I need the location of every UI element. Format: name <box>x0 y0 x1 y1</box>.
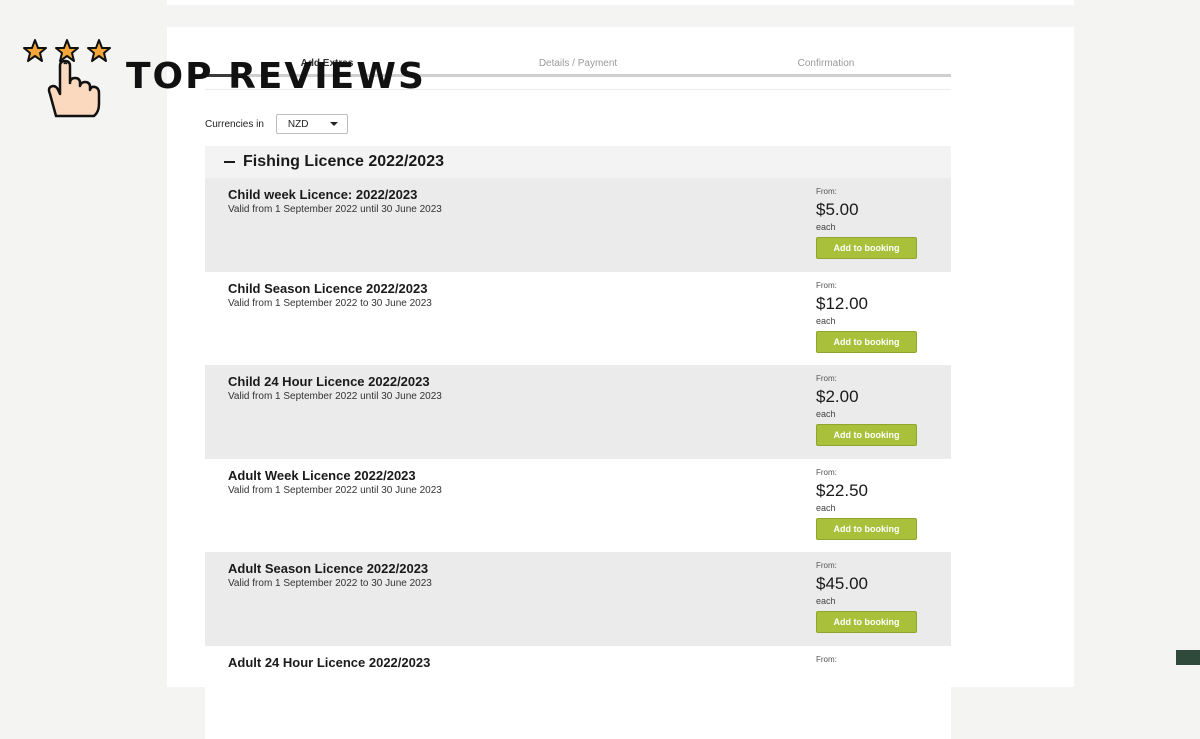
currency-label: Currencies in <box>205 119 264 130</box>
price-block: From: $45.00 each Add to booking <box>816 561 917 633</box>
star-icon <box>24 40 46 61</box>
licence-item: Child 24 Hour Licence 2022/2023 Valid fr… <box>205 365 951 459</box>
add-to-booking-button[interactable]: Add to booking <box>816 611 917 633</box>
price-value: $45.00 <box>816 573 917 595</box>
price-block: From: $2.00 each Add to booking <box>816 374 917 446</box>
price-block: From: $22.50 each Add to booking <box>816 468 917 540</box>
each-label: each <box>816 595 917 607</box>
corner-block <box>1176 650 1200 665</box>
add-to-booking-button[interactable]: Add to booking <box>816 518 917 540</box>
top-strip <box>167 0 1074 5</box>
licence-item: Adult 24 Hour Licence 2022/2023 From: <box>205 646 951 739</box>
licence-name: Child Season Licence 2022/2023 <box>228 281 427 296</box>
licence-item: Adult Week Licence 2022/2023 Valid from … <box>205 459 951 553</box>
licence-validity: Valid from 1 September 2022 to 30 June 2… <box>228 298 432 309</box>
watermark-text: TOP REVIEWS <box>126 56 426 97</box>
star-icon <box>88 40 110 61</box>
licence-validity: Valid from 1 September 2022 to 30 June 2… <box>228 578 432 589</box>
each-label: each <box>816 315 917 327</box>
from-label: From: <box>816 374 917 384</box>
price-value: $2.00 <box>816 386 917 408</box>
licence-validity: Valid from 1 September 2022 until 30 Jun… <box>228 485 442 496</box>
licence-name: Adult 24 Hour Licence 2022/2023 <box>228 655 430 670</box>
licence-item: Child Season Licence 2022/2023 Valid fro… <box>205 272 951 366</box>
price-block: From: $5.00 each Add to booking <box>816 187 917 259</box>
licence-name: Adult Week Licence 2022/2023 <box>228 468 416 483</box>
fishing-licence-section: Fishing Licence 2022/2023 Child week Lic… <box>205 146 951 739</box>
star-icon <box>56 40 78 61</box>
top-reviews-watermark: TOP REVIEWS <box>20 38 480 118</box>
licence-item: Child week Licence: 2022/2023 Valid from… <box>205 178 951 272</box>
licence-name: Adult Season Licence 2022/2023 <box>228 561 428 576</box>
price-value: $12.00 <box>816 293 917 315</box>
caret-down-icon <box>330 122 338 126</box>
section-header[interactable]: Fishing Licence 2022/2023 <box>205 146 951 178</box>
licence-validity: Valid from 1 September 2022 until 30 Jun… <box>228 204 442 215</box>
each-label: each <box>816 221 917 233</box>
section-title: Fishing Licence 2022/2023 <box>243 153 444 171</box>
pointing-hand-icon <box>20 38 120 118</box>
from-label: From: <box>816 187 917 197</box>
add-to-booking-button[interactable]: Add to booking <box>816 331 917 353</box>
add-to-booking-button[interactable]: Add to booking <box>816 424 917 446</box>
collapse-minus-icon <box>224 161 235 163</box>
from-label: From: <box>816 468 917 478</box>
currency-value: NZD <box>288 119 309 130</box>
from-label: From: <box>816 281 917 291</box>
price-value: $5.00 <box>816 199 917 221</box>
licence-validity: Valid from 1 September 2022 until 30 Jun… <box>228 391 442 402</box>
each-label: each <box>816 502 917 514</box>
each-label: each <box>816 408 917 420</box>
price-block: From: <box>816 655 837 665</box>
licence-item: Adult Season Licence 2022/2023 Valid fro… <box>205 552 951 646</box>
step-confirmation: Confirmation <box>716 58 936 69</box>
licence-name: Child 24 Hour Licence 2022/2023 <box>228 374 430 389</box>
add-to-booking-button[interactable]: Add to booking <box>816 237 917 259</box>
from-label: From: <box>816 561 917 571</box>
price-block: From: $12.00 each Add to booking <box>816 281 917 353</box>
price-value: $22.50 <box>816 480 917 502</box>
step-details-payment: Details / Payment <box>468 58 688 69</box>
from-label: From: <box>816 655 837 665</box>
licence-name: Child week Licence: 2022/2023 <box>228 187 417 202</box>
